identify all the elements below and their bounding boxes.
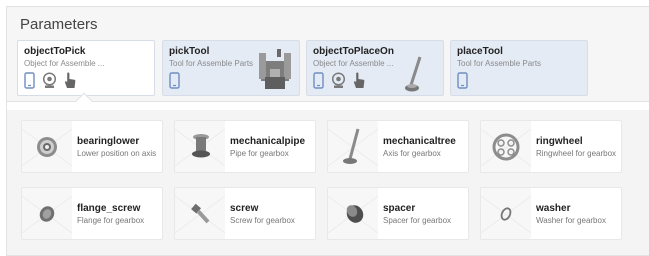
param-card-placetool[interactable]: placeTool Tool for Assemble Parts [450,40,588,96]
part-name: mechanicalpipe [230,136,306,147]
part-name: ringwheel [536,136,583,147]
param-name: objectToPick [24,46,86,57]
param-description: Tool for Assemble Parts [169,59,254,68]
gripper-tool-image [255,47,295,95]
part-name: spacer [383,203,416,214]
param-name: pickTool [169,46,210,57]
tablet-icon[interactable] [457,72,468,94]
hand-pointer-icon[interactable] [64,72,76,94]
param-description: Object for Assemble ... [24,59,105,68]
page-title: Parameters [20,16,98,33]
part-name: washer [536,203,571,214]
washer-part-image [481,188,531,239]
screw-part-image [175,188,225,239]
part-name: flange_screw [77,203,141,214]
part-card-ringwheel[interactable]: ringwheel Ringwheel for gearbox [480,120,622,173]
parameters-panel: Parameters objectToPick Object for Assem… [6,6,649,102]
hand-pointer-icon[interactable] [353,72,365,94]
part-card-spacer[interactable]: spacer Spacer for gearbox [327,187,469,240]
part-description: Axis for gearbox [383,149,441,158]
part-card-mechanicaltree[interactable]: mechanicaltree Axis for gearbox [327,120,469,173]
webcam-icon[interactable] [331,72,346,94]
parts-panel: bearinglower Lower position on axis mech… [6,102,649,256]
part-description: Pipe for gearbox [230,149,289,158]
part-name: screw [230,203,259,214]
param-card-picktool[interactable]: pickTool Tool for Assemble Parts [162,40,300,96]
param-description: Object for Assemble ... [313,59,394,68]
part-description: Flange for gearbox [77,216,145,225]
param-card-objecttopick[interactable]: objectToPick Object for Assemble ... [17,40,155,96]
part-name: mechanicaltree [383,136,456,147]
shaft-object-image [405,55,427,95]
webcam-icon[interactable] [42,72,57,94]
tablet-icon[interactable] [24,72,35,94]
part-description: Washer for gearbox [536,216,606,225]
spacer-part-image [328,188,378,239]
param-name: placeTool [457,46,503,57]
part-card-screw[interactable]: screw Screw for gearbox [174,187,316,240]
part-description: Spacer for gearbox [383,216,452,225]
part-description: Screw for gearbox [230,216,295,225]
param-name: objectToPlaceOn [313,46,394,57]
flange-part-image [22,188,72,239]
tablet-icon[interactable] [313,72,324,94]
part-card-washer[interactable]: washer Washer for gearbox [480,187,622,240]
part-card-bearinglower[interactable]: bearinglower Lower position on axis [21,120,163,173]
bearing-part-image [22,121,72,172]
part-name: bearinglower [77,136,140,147]
param-card-objecttoplaceon[interactable]: objectToPlaceOn Object for Assemble ... [306,40,444,96]
part-card-mechanicalpipe[interactable]: mechanicalpipe Pipe for gearbox [174,120,316,173]
pipe-part-image [175,121,225,172]
tablet-icon[interactable] [169,72,180,94]
part-description: Lower position on axis [77,149,157,158]
ringwheel-part-image [481,121,531,172]
part-card-flange-screw[interactable]: flange_screw Flange for gearbox [21,187,163,240]
axis-part-image [328,121,378,172]
param-description: Tool for Assemble Parts [457,59,542,68]
part-description: Ringwheel for gearbox [536,149,617,158]
